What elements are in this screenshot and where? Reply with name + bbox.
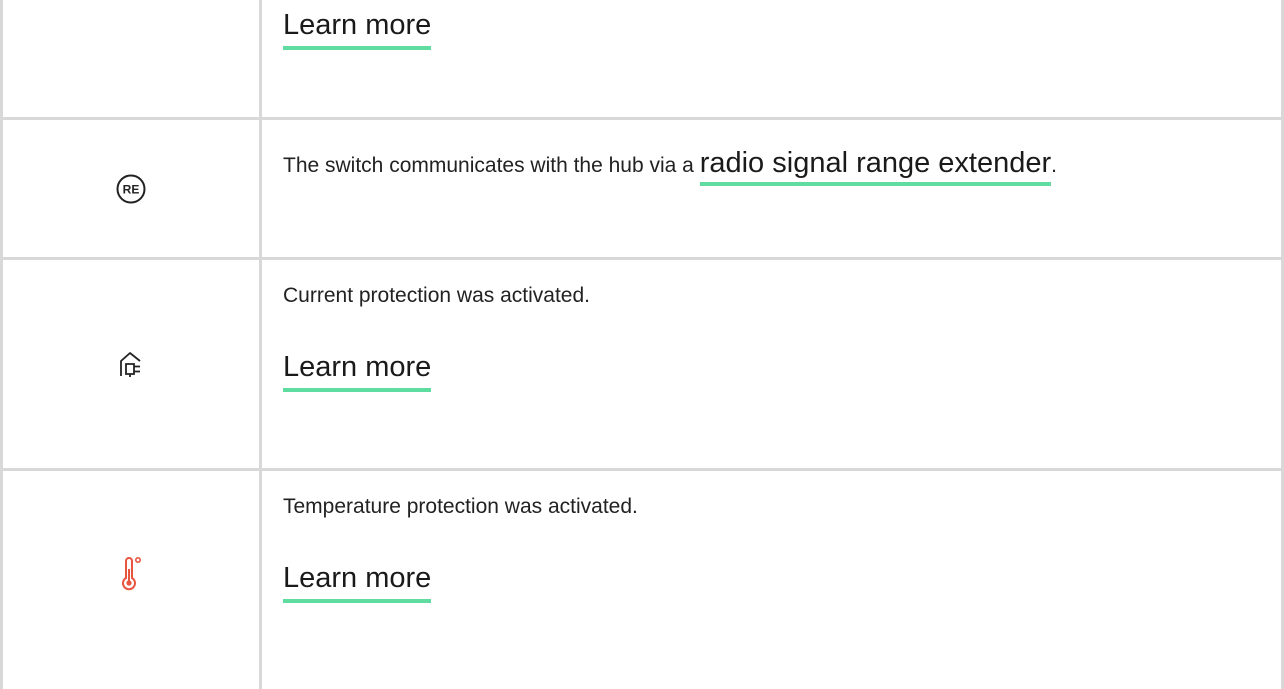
table-row: RE The switch communicates with the hub … (0, 120, 1284, 257)
learn-more-link[interactable]: Learn more (283, 561, 432, 603)
content-cell: Temperature protection was activated. Le… (283, 492, 1263, 603)
icon-cell (0, 0, 262, 117)
link-wrapper: Learn more (283, 561, 1263, 603)
learn-more-link[interactable]: Learn more (283, 8, 432, 50)
table-row: Current protection was activated. Learn … (0, 260, 1284, 468)
description-text: The switch communicates with the hub via… (283, 154, 700, 177)
re-icon: RE (116, 174, 146, 203)
re-icon-label: RE (123, 182, 140, 196)
icon-cell (0, 260, 262, 468)
info-table: Learn more RE The switch communicates wi… (0, 0, 1284, 689)
table-row: Temperature protection was activated. Le… (0, 471, 1284, 689)
link-wrapper: Learn more (283, 350, 1263, 392)
description-end: . (1051, 154, 1058, 177)
row-description: Temperature protection was activated. (283, 495, 638, 518)
icon-cell (0, 471, 262, 679)
content-cell: The switch communicates with the hub via… (283, 134, 1263, 195)
row-description: Current protection was activated. (283, 284, 590, 307)
thermometer-icon (122, 556, 141, 591)
row-description: The switch communicates with the hub via… (283, 134, 1263, 195)
icon-cell: RE (0, 120, 262, 257)
learn-more-link[interactable]: Learn more (283, 350, 432, 392)
radio-signal-range-extender-link[interactable]: radio signal range extender (699, 147, 1052, 186)
content-cell: Learn more (283, 8, 1263, 50)
table-row: Learn more (0, 0, 1284, 117)
content-cell: Current protection was activated. Learn … (283, 281, 1263, 392)
plug-home-icon (120, 352, 141, 377)
